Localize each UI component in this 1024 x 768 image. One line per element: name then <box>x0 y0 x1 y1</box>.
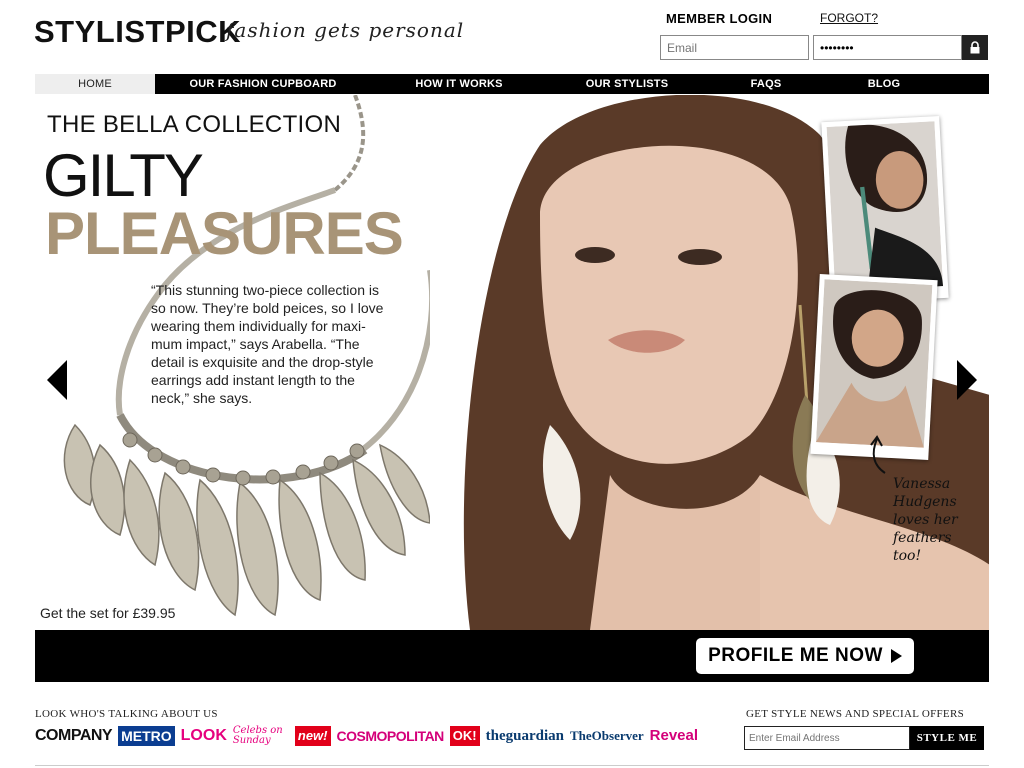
nav-item-blog[interactable]: BLOG <box>825 74 943 94</box>
collection-title: THE BELLA COLLECTION <box>47 111 342 138</box>
press-logo-new[interactable]: new! <box>294 726 331 746</box>
newsletter-email-input[interactable] <box>744 726 910 750</box>
headline-pleasures: PLEASURES <box>45 200 404 267</box>
carousel-next-arrow-icon[interactable] <box>957 360 977 400</box>
press-logo-observer[interactable]: TheObserver <box>570 726 644 746</box>
forgot-password-link[interactable]: FORGOT? <box>820 11 878 25</box>
celebrity-caption: Vanessa Hudgens loves her feathers too! <box>893 476 958 564</box>
pointer-arrow-icon <box>870 435 886 474</box>
site-tagline: fashion gets personal <box>226 18 465 42</box>
newsletter-title: GET STYLE NEWS AND SPECIAL OFFERS <box>746 708 965 720</box>
press-logo-ok[interactable]: OK! <box>449 726 480 746</box>
press-logo-celebs[interactable]: Celebs on Sunday <box>233 726 289 746</box>
profile-me-now-button[interactable]: PROFILE ME NOW <box>696 638 914 674</box>
carousel-prev-arrow-icon[interactable] <box>47 360 67 400</box>
site-logo[interactable]: STYLISTPICK <box>34 14 241 50</box>
press-logo-cosmopolitan[interactable]: COSMOPOLITAN <box>337 726 445 746</box>
celebrity-polaroid-2 <box>810 274 938 460</box>
nav-item-our-stylists[interactable]: OUR STYLISTS <box>547 74 707 94</box>
press-logo-reveal[interactable]: Reveal <box>650 726 698 746</box>
lock-icon <box>970 41 980 54</box>
member-login-title: MEMBER LOGIN <box>666 11 773 26</box>
nav-item-faqs[interactable]: FAQS <box>707 74 825 94</box>
play-arrow-icon <box>890 649 902 663</box>
nav-item-how-it-works[interactable]: HOW IT WORKS <box>371 74 547 94</box>
main-nav: HOME OUR FASHION CUPBOARD HOW IT WORKS O… <box>35 74 989 94</box>
press-logos: COMPANY METRO LOOK Celebs on Sunday new!… <box>35 724 698 748</box>
press-logo-company[interactable]: COMPANY <box>35 726 113 746</box>
set-price[interactable]: Get the set for £39.95 <box>40 605 175 621</box>
press-logo-metro[interactable]: METRO <box>118 726 175 746</box>
hero-banner: THE BELLA COLLECTION GILTY PLEASURES “Th… <box>35 95 989 630</box>
footer-divider <box>35 765 989 766</box>
press-section-title: LOOK WHO'S TALKING ABOUT US <box>35 708 218 720</box>
nav-item-home[interactable]: HOME <box>35 74 155 94</box>
style-me-button[interactable]: STYLE ME <box>910 726 984 750</box>
celebrity-photo-2 <box>815 279 933 448</box>
press-logo-look[interactable]: LOOK <box>181 726 227 746</box>
cta-bar: PROFILE ME NOW <box>35 630 989 682</box>
hero-quote: “This stunning two-piece collection is s… <box>151 282 384 406</box>
profile-me-now-label: PROFILE ME NOW <box>708 645 883 666</box>
login-password-input[interactable] <box>813 35 962 60</box>
login-email-input[interactable] <box>660 35 809 60</box>
press-logo-guardian[interactable]: theguardian <box>486 726 564 746</box>
login-submit-button[interactable] <box>962 35 988 60</box>
celebrity-photo-1 <box>826 121 944 292</box>
nav-item-fashion-cupboard[interactable]: OUR FASHION CUPBOARD <box>155 74 371 94</box>
